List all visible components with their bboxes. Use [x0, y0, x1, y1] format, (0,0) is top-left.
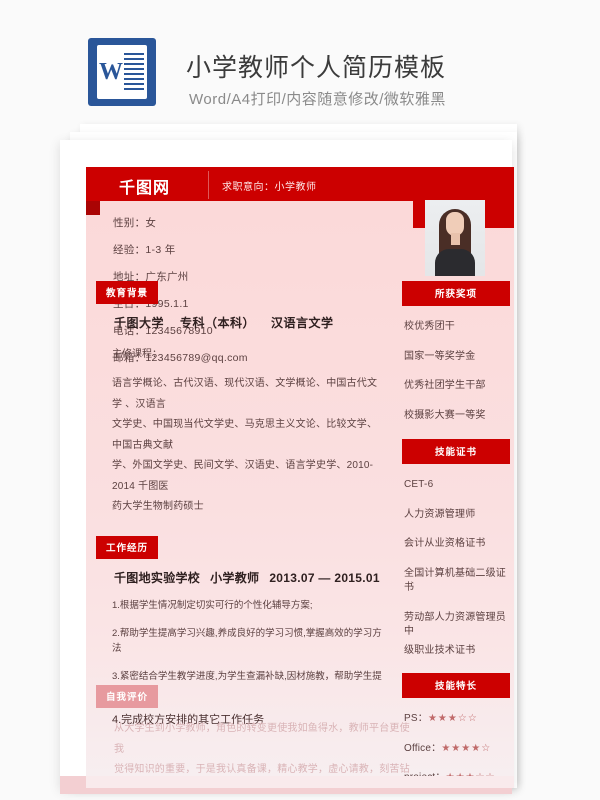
certificate-item: CET-6: [404, 479, 434, 490]
word-icon-letter: W: [99, 59, 123, 85]
self-evaluation-line: 从大学生到小学教师，角色的转变更使我如鱼得水，教师平台更使我: [114, 723, 410, 755]
skills-section: 技能特长 PS：★★★☆☆ Office：★★★★☆ project：★★★☆☆: [402, 673, 510, 777]
skill-rating: ★★★★☆: [441, 742, 492, 754]
certificate-item: 会计从业资格证书: [404, 538, 486, 549]
screenshot-root: W 小学教师个人简历模板 Word/A4打印/内容随意修改/微软雅黑 千图网 求…: [0, 0, 600, 800]
award-item: 校优秀团干: [404, 321, 455, 332]
word-icon-lines: [124, 53, 144, 93]
skill-rating: ★★★☆☆: [427, 713, 478, 724]
word-document-icon: W: [88, 38, 156, 106]
awards-list: 校优秀团干 国家一等奖学金 优秀社团学生干部 校摄影大赛一等奖: [402, 306, 510, 423]
work-company: 千图地实验学校: [114, 570, 201, 585]
work-role: 小学教师: [210, 570, 260, 585]
skill-item: PS：★★★☆☆: [404, 712, 508, 727]
info-experience: 经验：1-3 年: [113, 244, 176, 256]
award-item: 优秀社团学生干部: [404, 380, 486, 391]
resume-right-column: 所获奖项 校优秀团干 国家一等奖学金 优秀社团学生干部 校摄影大赛一等奖 技能证…: [402, 281, 510, 777]
education-body: 千图大学 专科（本科） 汉语言文学 主修课程： 语言学概论、古代汉语、现代汉语、文学…: [96, 304, 396, 518]
work-duty: 2.帮助学生提高学习兴趣,养成良好的学习习惯,掌握高效的学习方法: [112, 627, 382, 654]
skills-tag: 技能特长: [402, 673, 510, 698]
work-duty: 1.根据学生情况制定切实可行的个性化辅导方案;: [112, 599, 313, 611]
awards-tag: 所获奖项: [402, 281, 510, 306]
award-item: 校摄影大赛一等奖: [404, 409, 486, 421]
education-major: 汉语言文学: [271, 316, 334, 330]
resume-header-notch: [86, 201, 100, 215]
page-bottom-band-inner: [86, 776, 514, 788]
education-school: 千图大学: [114, 316, 165, 330]
self-evaluation-tag: 自我评价: [96, 685, 159, 708]
certificates-section: 技能证书 CET-6 人力资源管理师 会计从业资格证书 全国计算机基础二级证书 …: [402, 439, 510, 658]
avatar: [425, 200, 485, 276]
resume-document: 千图网 求职意向：小学教师 性别：女 经验：1-3 年 地址：广东广州 生日：1…: [86, 167, 514, 777]
education-tag: 教育背景: [96, 281, 159, 304]
certificate-item: 劳动部人力资源管理员中: [404, 611, 506, 638]
work-heading: 千图地实验学校 小学教师 2013.07 — 2015.01: [114, 569, 382, 586]
course-line: 药大学生物制药硕士: [112, 501, 204, 512]
education-degree: 专科（本科）: [180, 316, 256, 330]
certificates-tag: 技能证书: [402, 439, 510, 464]
course-line: 语言学概论、古代汉语、现代汉语、文学概论、中国古代文学 、汉语言: [112, 378, 378, 410]
self-evaluation-line: 觉得知识的重要，于是我认真备课，精心教学，虚心请教，刻苦钻研，: [114, 764, 410, 775]
work-period: 2013.07 — 2015.01: [269, 570, 380, 585]
certificate-item: 级职业技术证书: [404, 644, 476, 656]
courses-label: 主修课程：: [112, 349, 162, 360]
certificate-item: 人力资源管理师: [404, 508, 476, 520]
certificate-item: 全国计算机基础二级证书: [404, 567, 506, 594]
awards-section: 所获奖项 校优秀团干 国家一等奖学金 优秀社团学生干部 校摄影大赛一等奖: [402, 281, 510, 423]
self-evaluation-body: 从大学生到小学教师，角色的转变更使我如鱼得水，教师平台更使我 觉得知识的重要，于…: [96, 708, 416, 777]
page-header: W 小学教师个人简历模板 Word/A4打印/内容随意修改/微软雅黑: [0, 0, 600, 122]
page-title: 小学教师个人简历模板: [186, 54, 447, 82]
avatar-neck: [451, 233, 460, 245]
award-item: 国家一等奖学金: [404, 350, 476, 362]
info-gender: 性别：女: [113, 217, 157, 229]
resume-logo: 千图网: [119, 178, 171, 197]
page-subtitle: Word/A4打印/内容随意修改/微软雅黑: [189, 91, 446, 108]
education-heading: 千图大学 专科（本科） 汉语言文学: [114, 314, 382, 331]
job-objective: 求职意向：小学教师: [222, 182, 317, 193]
resume-left-column: 教育背景 千图大学 专科（本科） 汉语言文学 主修课程： 语言学概论、古代汉语、现代…: [96, 281, 396, 744]
skill-item: Office：★★★★☆: [404, 742, 508, 757]
self-evaluation-section: 自我评价 从大学生到小学教师，角色的转变更使我如鱼得水，教师平台更使我 觉得知识…: [96, 685, 416, 777]
skills-list: PS：★★★☆☆ Office：★★★★☆ project：★★★☆☆: [402, 698, 510, 777]
certificates-list: CET-6 人力资源管理师 会计从业资格证书 全国计算机基础二级证书 劳动部人力…: [402, 464, 510, 658]
avatar-body: [435, 249, 475, 276]
logo-divider: [208, 171, 209, 199]
course-line: 文学史、中国现当代文学史、马克思主义文论、比较文学、中国古典文献: [112, 419, 378, 451]
work-tag: 工作经历: [96, 535, 159, 559]
course-line: 学、外国文学史、民间文学、汉语史、语言学史学、2010-2014 千图医: [112, 460, 374, 492]
education-section: 教育背景 千图大学 专科（本科） 汉语言文学 主修课程： 语言学概论、古代汉语、现代…: [96, 281, 396, 518]
